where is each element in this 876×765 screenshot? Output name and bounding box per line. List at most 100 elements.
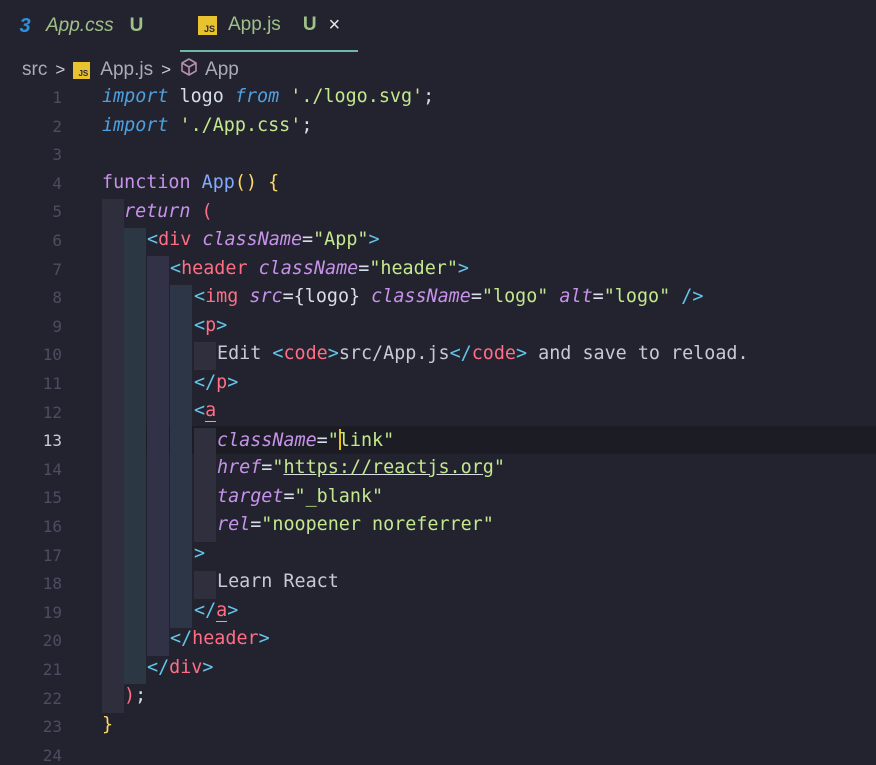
attribute: src (238, 286, 283, 307)
line-number[interactable]: 5 (0, 202, 62, 221)
line-number[interactable]: 16 (0, 517, 62, 536)
line-number[interactable]: 11 (0, 374, 62, 393)
code-line[interactable]: </a> (194, 600, 238, 622)
punctuation: </ (194, 372, 217, 393)
tab-app-css[interactable]: 3 App.css U (14, 0, 164, 52)
code-line[interactable]: className="link" (217, 429, 394, 451)
punctuation: } (102, 714, 114, 735)
attribute: className (360, 286, 471, 307)
punctuation: > (216, 315, 228, 336)
tag-name: a (205, 400, 217, 422)
line-number[interactable]: 12 (0, 403, 62, 422)
breadcrumb-file[interactable]: App.js (100, 59, 153, 81)
code-line[interactable]: <p> (194, 315, 227, 336)
line-number[interactable]: 7 (0, 260, 62, 279)
jsx-text: src/App.js (338, 343, 450, 364)
attribute: rel (217, 514, 251, 535)
punctuation: = (302, 229, 314, 250)
punctuation: < (170, 258, 182, 279)
string: "noopener noreferrer" (261, 514, 494, 535)
identifier: logo (168, 86, 235, 107)
indent-guide (124, 228, 146, 684)
code-line[interactable]: rel="noopener noreferrer" (217, 514, 494, 535)
tag-name: div (169, 657, 203, 678)
line-number[interactable]: 4 (0, 174, 62, 193)
code-line[interactable]: import './App.css'; (102, 115, 312, 136)
breadcrumb-symbol[interactable]: App (205, 59, 239, 81)
code-line[interactable]: > (194, 543, 205, 564)
punctuation: = (261, 457, 273, 478)
keyword: import (102, 86, 169, 107)
line-number[interactable]: 8 (0, 288, 62, 307)
breadcrumb: src > JS App.js > App (22, 57, 239, 83)
js-file-icon: JS (198, 15, 217, 35)
line-number[interactable]: 21 (0, 660, 62, 679)
punctuation: ) (124, 685, 136, 706)
string: link" (338, 430, 395, 451)
code-line[interactable]: target="_blank" (217, 486, 383, 507)
jsx-text: Edit (217, 343, 273, 364)
code-line[interactable]: <div className="App"> (147, 229, 380, 250)
line-number[interactable]: 1 (0, 88, 62, 107)
code-line[interactable]: <header className="header"> (170, 258, 469, 279)
line-number[interactable]: 6 (0, 231, 62, 250)
line-number[interactable]: 14 (0, 460, 62, 479)
punctuation: = (592, 286, 604, 307)
code-line[interactable]: import logo from './logo.svg'; (102, 86, 434, 107)
keyword: from (234, 86, 280, 107)
chevron-right-icon: > (55, 60, 66, 79)
line-number[interactable]: 2 (0, 117, 62, 136)
line-number[interactable]: 15 (0, 488, 62, 507)
line-number[interactable]: 17 (0, 546, 62, 565)
line-number[interactable]: 20 (0, 631, 62, 650)
tab-app-js[interactable]: JS App.js U × (180, 0, 358, 52)
untracked-status-badge: U (302, 14, 317, 35)
punctuation: > (227, 372, 239, 393)
punctuation: </ (170, 628, 193, 649)
code-editor[interactable]: 1 2 3 4 5 6 7 8 9 10 11 12 13 14 15 16 17 18 19 20 21 22 23 24 … (0, 84, 876, 765)
line-number[interactable]: 10 (0, 345, 62, 364)
indent-guide (194, 342, 216, 370)
punctuation: = (358, 258, 370, 279)
line-number[interactable]: 18 (0, 574, 62, 593)
code-line[interactable]: <img src={logo} className="logo" alt="lo… (194, 286, 703, 307)
attribute: className (247, 258, 359, 279)
tag-name: code (283, 343, 328, 364)
breadcrumb-folder[interactable]: src (22, 59, 47, 81)
code-line[interactable]: } (102, 714, 113, 735)
punctuation: = (283, 486, 295, 507)
code-line[interactable]: return ( (124, 201, 213, 222)
indent-guide (147, 256, 169, 656)
string: " (493, 457, 505, 478)
code-line[interactable]: <a (194, 400, 217, 422)
code-line[interactable]: </header> (170, 628, 270, 649)
indent-guide (194, 571, 216, 599)
attribute: href (217, 457, 262, 478)
function-name: App (190, 172, 235, 193)
code-line[interactable]: function App() { (102, 172, 279, 193)
line-number[interactable]: 9 (0, 317, 62, 336)
code-line[interactable]: ); (124, 685, 146, 706)
close-tab-icon[interactable]: × (329, 14, 341, 37)
url-link[interactable]: https://reactjs.org (283, 457, 493, 478)
line-number[interactable]: 13 (0, 431, 62, 450)
line-number[interactable]: 23 (0, 717, 62, 736)
code-line[interactable]: </div> (147, 657, 213, 678)
code-line[interactable]: Edit <code>src/App.js</code> and save to… (217, 343, 749, 364)
jsx-text: Learn React (217, 571, 339, 592)
punctuation: > (368, 229, 380, 250)
punctuation: { (257, 172, 280, 193)
punctuation: > (516, 343, 528, 364)
indent-guide (194, 428, 216, 542)
tag-name: header (192, 628, 259, 649)
line-number[interactable]: 22 (0, 689, 62, 708)
tab-label: App.css (46, 15, 114, 36)
code-line[interactable]: Learn React (217, 571, 339, 592)
code-line[interactable]: href="https://reactjs.org" (217, 457, 505, 478)
punctuation: </ (449, 343, 472, 364)
line-number[interactable]: 19 (0, 603, 62, 622)
line-number[interactable]: 24 (0, 746, 62, 765)
code-line[interactable]: </p> (194, 372, 238, 393)
line-number[interactable]: 3 (0, 145, 62, 164)
punctuation: ; (301, 115, 313, 136)
